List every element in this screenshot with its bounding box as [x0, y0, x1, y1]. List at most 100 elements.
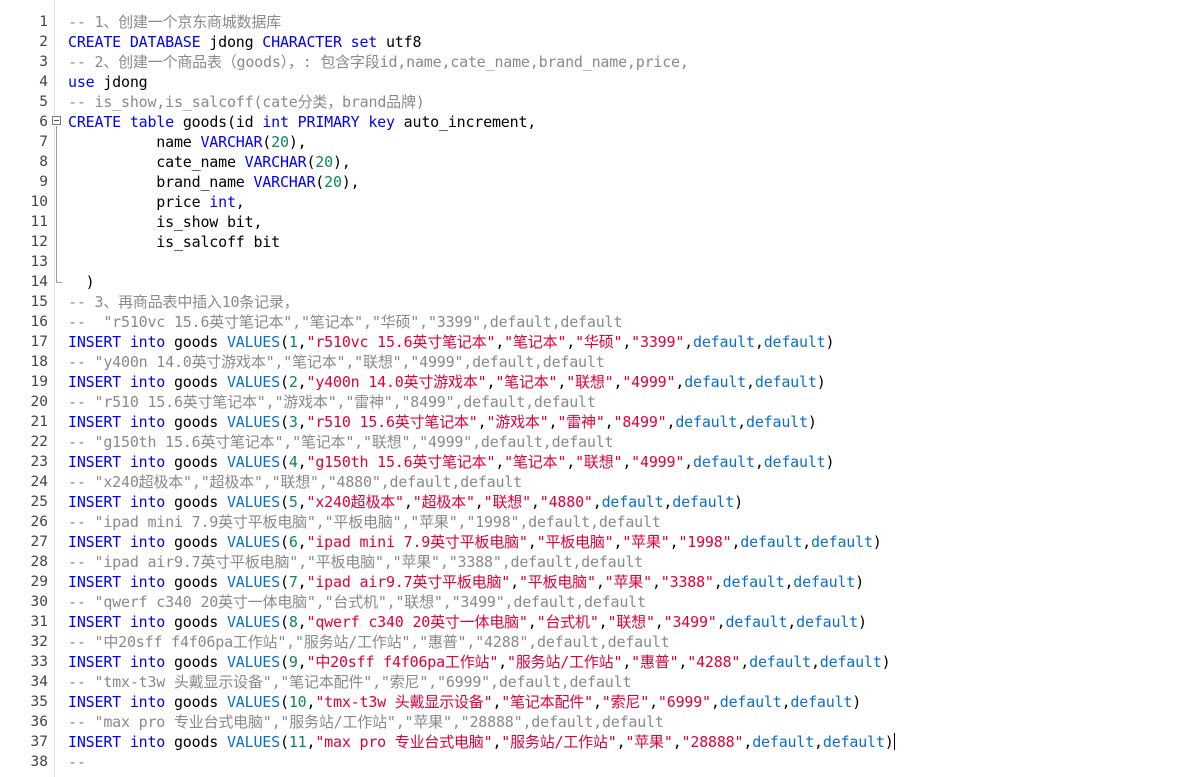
code-line[interactable]: 9 brand_name VARCHAR(20), — [0, 172, 1200, 192]
code-line[interactable]: 16 -- "r510vc 15.6英寸笔记本","笔记本","华硕","3399… — [0, 312, 1200, 332]
code-line[interactable]: 25 INSERT into goods VALUES(5,"x240超极本","… — [0, 492, 1200, 512]
code-line[interactable]: 35 INSERT into goods VALUES(10,"tmx-t3w 头… — [0, 692, 1200, 712]
code-line[interactable]: 6 CREATE table goods(id int PRIMARY key a… — [0, 112, 1200, 132]
code-line[interactable]: 32 -- "中20sff f4f06pa工作站","服务站/工作站","惠普",… — [0, 632, 1200, 652]
token-text: ), — [341, 173, 360, 191]
token-comment: -- "r510 15.6英寸笔记本","游戏本","雷神","8499",de… — [68, 393, 596, 411]
code-line[interactable]: 17 INSERT into goods VALUES(1,"r510vc 15.… — [0, 332, 1200, 352]
code-line[interactable]: 37 INSERT into goods VALUES(11,"max pro 专… — [0, 732, 1200, 752]
line-number: 5 — [39, 94, 48, 110]
code-line[interactable]: 31 INSERT into goods VALUES(8,"qwerf c340… — [0, 612, 1200, 632]
token-comment: -- is_show,is_salcoff(cate分类，brand品牌) — [68, 93, 425, 111]
code-line[interactable]: 3 -- 2、创建一个商品表（goods），: 包含字段id,name,cate_… — [0, 52, 1200, 72]
token-comment: -- "qwerf c340 20英寸一体电脑","台式机","联想","349… — [68, 593, 646, 611]
token-text: ) — [68, 273, 95, 291]
token-function: default — [752, 733, 815, 751]
code-text: -- "中20sff f4f06pa工作站","服务站/工作站","惠普","4… — [68, 632, 670, 652]
code-line[interactable]: 33 INSERT into goods VALUES(9,"中20sff f4f… — [0, 652, 1200, 672]
token-string: "4288" — [687, 653, 741, 671]
line-number: 14 — [30, 274, 48, 290]
token-text: , — [787, 613, 797, 631]
code-line[interactable]: 19 INSERT into goods VALUES(2,"y400n 14.0… — [0, 372, 1200, 392]
code-line[interactable]: 1 -- 1、创建一个京东商城数据库 — [0, 12, 1200, 32]
code-line[interactable]: 2 CREATE DATABASE jdong CHARACTER set utf… — [0, 32, 1200, 52]
code-text: INSERT into goods VALUES(2,"y400n 14.0英寸… — [68, 372, 826, 392]
code-line[interactable]: 24 -- "x240超极本","超极本","联想","4880",default… — [0, 472, 1200, 492]
code-line[interactable]: 11 is_show bit, — [0, 212, 1200, 232]
token-text: , — [810, 653, 820, 671]
token-text: , — [622, 653, 632, 671]
code-line[interactable]: 28 -- "ipad air9.7英寸平板电脑","平板电脑","苹果","33… — [0, 552, 1200, 572]
token-text: , — [672, 733, 682, 751]
code-line[interactable]: 12 is_salcoff bit — [0, 232, 1200, 252]
code-line[interactable]: 34 -- "tmx-t3w 头戴显示设备","笔记本配件","索尼","6999… — [0, 672, 1200, 692]
code-line[interactable]: 38 -- — [0, 752, 1200, 772]
token-string: "联想" — [483, 493, 531, 511]
code-line[interactable]: 15 -- 3、再商品表中插入10条记录， — [0, 292, 1200, 312]
code-line[interactable]: 27 INSERT into goods VALUES(6,"ipad mini … — [0, 532, 1200, 552]
code-line[interactable]: 20 -- "r510 15.6英寸笔记本","游戏本","雷神","8499",… — [0, 392, 1200, 412]
code-line[interactable]: 26 -- "ipad mini 7.9英寸平板电脑","平板电脑","苹果","… — [0, 512, 1200, 532]
token-string: "笔记本" — [504, 333, 567, 351]
code-line[interactable]: 14 ) — [0, 272, 1200, 292]
code-line[interactable]: 10 price int, — [0, 192, 1200, 212]
code-line[interactable]: 23 INSERT into goods VALUES(4,"g150th 15.… — [0, 452, 1200, 472]
code-line[interactable]: 21 INSERT into goods VALUES(3,"r510 15.6英… — [0, 412, 1200, 432]
token-keyword: INSERT into — [68, 453, 166, 471]
token-keyword: INSERT into — [68, 333, 166, 351]
token-function: default — [725, 613, 788, 631]
token-keyword: int — [262, 113, 289, 131]
token-text: ( — [279, 413, 289, 431]
code-line[interactable]: 22 -- "g150th 15.6英寸笔记本","笔记本","联想","4999… — [0, 432, 1200, 452]
code-lines[interactable]: 1 -- 1、创建一个京东商城数据库 2 CREATE DATABASE jdong … — [0, 12, 1200, 772]
code-line[interactable]: 36 -- "max pro 专业台式电脑","服务站/工作站","苹果","28… — [0, 712, 1200, 732]
token-number: 20 — [324, 173, 342, 191]
token-text: ( — [279, 453, 289, 471]
code-line[interactable]: 30 -- "qwerf c340 20英寸一体电脑","台式机","联想","3… — [0, 592, 1200, 612]
code-line[interactable]: 5 -- is_show,is_salcoff(cate分类，brand品牌) — [0, 92, 1200, 112]
token-text: ( — [279, 693, 289, 711]
token-text: , — [297, 613, 307, 631]
token-number: 20 — [271, 133, 289, 151]
line-number: 24 — [30, 474, 48, 490]
token-text: , — [604, 413, 614, 431]
token-string: "4999" — [631, 453, 685, 471]
token-function: default — [684, 373, 747, 391]
code-text: INSERT into goods VALUES(10,"tmx-t3w 头戴显… — [68, 692, 861, 712]
code-line[interactable]: 4 use jdong — [0, 72, 1200, 92]
line-number: 9 — [39, 174, 48, 190]
token-keyword: INSERT into — [68, 653, 166, 671]
token-comment: -- "ipad mini 7.9英寸平板电脑","平板电脑","苹果","19… — [68, 513, 661, 531]
fold-collapse-icon[interactable] — [52, 116, 61, 125]
token-comment: -- "tmx-t3w 头戴显示设备","笔记本配件","索尼","6999",… — [68, 673, 632, 691]
token-text: , — [731, 533, 741, 551]
token-string: "r510vc 15.6英寸笔记本" — [306, 333, 496, 351]
line-number: 37 — [30, 734, 48, 750]
token-string: "g150th 15.6英寸笔记本" — [306, 453, 496, 471]
token-keyword: VARCHAR — [253, 173, 316, 191]
code-text: -- "ipad mini 7.9英寸平板电脑","平板电脑","苹果","19… — [68, 512, 661, 532]
code-line[interactable]: 18 -- "y400n 14.0英寸游戏本","笔记本","联想","4999"… — [0, 352, 1200, 372]
code-editor[interactable]: 1 -- 1、创建一个京东商城数据库 2 CREATE DATABASE jdong … — [0, 0, 1200, 777]
code-line[interactable]: 29 INSERT into goods VALUES(7,"ipad air9.… — [0, 572, 1200, 592]
token-function: VALUES — [226, 613, 280, 631]
token-text: , — [684, 333, 694, 351]
code-line[interactable]: 8 cate_name VARCHAR(20), — [0, 152, 1200, 172]
line-number: 2 — [39, 34, 48, 50]
token-text: , — [297, 573, 307, 591]
code-text: INSERT into goods VALUES(9,"中20sff f4f06… — [68, 652, 891, 672]
code-text: INSERT into goods VALUES(3,"r510 15.6英寸笔… — [68, 412, 817, 432]
code-text: INSERT into goods VALUES(1,"r510vc 15.6英… — [68, 332, 835, 352]
token-keyword: CHARACTER — [262, 33, 342, 51]
token-text: , — [675, 373, 685, 391]
code-line[interactable]: 7 name VARCHAR(20), — [0, 132, 1200, 152]
token-text: goods — [165, 413, 227, 431]
line-number: 36 — [30, 714, 48, 730]
token-text: goods — [165, 373, 227, 391]
code-line[interactable]: 13 — [0, 252, 1200, 272]
token-text: , — [566, 333, 576, 351]
code-text: -- 3、再商品表中插入10条记录， — [68, 292, 299, 312]
token-function: default — [722, 573, 785, 591]
